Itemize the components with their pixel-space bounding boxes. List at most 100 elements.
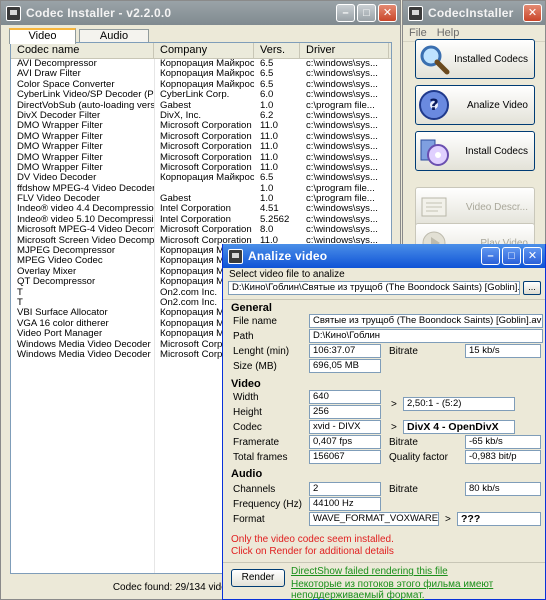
channels-label: Channels [233,484,276,495]
table-row[interactable]: DMO Wrapper Filter Microsoft Corporation 1… [11,132,391,142]
close-button[interactable]: ✕ [523,4,542,22]
column-company[interactable]: Company [154,43,254,58]
table-row[interactable]: DMO Wrapper Filter Microsoft Corporation 1… [11,163,391,173]
table-row[interactable]: AVI Draw Filter Корпорация Майкрос... 6.5 c… [11,69,391,79]
close-button[interactable]: ✕ [523,247,542,265]
close-button[interactable]: ✕ [378,4,397,22]
company-cell: Microsoft Corporation [160,225,252,236]
file-name-label: File name [233,316,277,327]
channels-value: 2 [309,482,381,496]
divider [223,562,545,563]
codec-name-cell: FLV Video Decoder [17,194,100,205]
company-cell: Корпорация Майкрос... [160,173,254,184]
version-cell: 6.2 [260,110,274,121]
table-row[interactable]: DivX Decoder Filter DivX, Inc. 6.2 c:\windo… [11,111,391,121]
main-titlebar[interactable]: Codec Installer - v2.2.0.0 – □ ✕ [1,1,400,25]
analize-video-button[interactable]: ? Analize Video [415,85,535,125]
height-value: 256 [309,405,381,419]
frequency-value: 44100 Hz [309,497,381,511]
quality-factor-value: -0,983 bit/p [465,450,541,464]
version-cell: 11.0 [260,121,278,132]
table-row[interactable]: Color Space Converter Корпорация Майкрос.… [11,80,391,90]
path-value: D:\Кино\Гоблин [309,329,543,343]
installed-codecs-button[interactable]: Installed Codecs [415,39,535,79]
version-cell: 6.0 [260,90,274,101]
column-version[interactable]: Vers. [254,43,300,58]
height-label: Height [233,407,262,418]
divider [223,299,545,300]
dialog-titlebar[interactable]: Analize video – □ ✕ [223,244,545,268]
version-cell: 1.0 [260,183,274,194]
table-row[interactable]: FLV Video Decoder Gabest 1.0 c:\program fil… [11,194,391,204]
frequency-label: Frequency (Hz) [233,499,302,510]
app-icon [228,248,243,264]
company-cell: Microsoft Corporation [160,131,252,142]
table-row[interactable]: DMO Wrapper Filter Microsoft Corporation 1… [11,142,391,152]
driver-cell: c:\program file... [306,183,375,194]
codec-name-cell: T [17,287,23,298]
menu-file[interactable]: File [409,27,427,39]
table-row[interactable]: Indeo® video 5.10 Decompressio... Intel C… [11,215,391,225]
maximize-button[interactable]: □ [357,4,376,22]
install-codecs-button[interactable]: Install Codecs [415,131,535,171]
table-row[interactable]: DMO Wrapper Filter Microsoft Corporation 1… [11,121,391,131]
version-cell: 11.0 [260,142,278,153]
render-button[interactable]: Render [231,569,285,587]
codec-type-tabs: Video Audio [9,28,149,44]
minimize-button[interactable]: – [336,4,355,22]
video-path-field[interactable]: D:\Кино\Гоблин\Святые из трущоб (The Boo… [228,281,520,295]
minimize-button[interactable]: – [481,247,500,265]
codec-name-cell: DMO Wrapper Filter [17,142,103,153]
driver-cell: c:\windows\sys... [306,173,378,184]
codec-name-cell: DV Video Decoder [17,173,97,184]
nav-titlebar[interactable]: CodecInstaller ✕ [403,1,545,25]
company-cell: Microsoft Corporation [160,162,252,173]
column-codec-name[interactable]: Codec name [11,43,154,58]
version-cell: 6.5 [260,173,274,184]
company-cell: Корпорация Майкрос... [160,69,254,80]
menu-help[interactable]: Help [437,27,460,39]
quality-factor-label: Quality factor [389,452,448,463]
codec-name-cell: Color Space Converter [17,79,115,90]
driver-cell: c:\windows\sys... [306,225,378,236]
video-bitrate-value: -65 kb/s [465,435,541,449]
version-cell: 5.2562 [260,214,290,225]
warning-line-1: Only the video codec seem installed. [231,534,394,545]
codec-name-cell: Video Port Manager [17,329,103,340]
general-heading: General [231,302,272,314]
driver-cell: c:\windows\sys... [306,131,378,142]
codec-list-header: Codec name Company Vers. Driver [11,43,391,59]
codec-name-cell: DivX Decoder Filter [17,110,101,121]
tab-video[interactable]: Video [9,28,76,44]
install-codecs-label: Install Codecs [465,145,528,157]
table-row[interactable]: DV Video Decoder Корпорация Майкрос... 6.5… [11,173,391,183]
svg-text:?: ? [429,95,438,114]
table-row[interactable]: ffdshow MPEG-4 Video Decoder 1.0 c:\progra… [11,184,391,194]
maximize-button[interactable]: □ [502,247,521,265]
directshow-fail-link[interactable]: DirectShow failed rendering this file [291,566,448,577]
driver-cell: c:\windows\sys... [306,142,378,153]
version-cell: 11.0 [260,162,278,173]
version-cell: 1.0 [260,194,274,205]
codec-name-cell: T [17,297,23,308]
width-label: Width [233,392,259,403]
version-cell: 1.0 [260,100,274,111]
table-row[interactable]: Indeo® video 4.4 Decompression... Intel C… [11,204,391,214]
column-driver[interactable]: Driver [300,43,389,58]
video-bitrate-label: Bitrate [389,437,418,448]
analize-video-dialog: Analize video – □ ✕ Select video file to… [222,244,546,600]
table-row[interactable]: DirectVobSub (auto-loading version) Gabes… [11,101,391,111]
video-descr-button[interactable]: Video Descr... [415,187,535,227]
codec-name-cell: MPEG Video Codec [17,256,103,267]
codec-name-cell: VBI Surface Allocator [17,308,108,319]
codec-name-cell: AVI Decompressor [17,59,97,69]
table-row[interactable]: DMO Wrapper Filter Microsoft Corporation 1… [11,153,391,163]
table-row[interactable]: Microsoft MPEG-4 Video Decomp... Microsof… [11,225,391,235]
table-row[interactable]: CyberLink Video/SP Decoder (PDV... CyberL… [11,90,391,100]
codec-name-value: DivX 4 - OpenDivX [403,420,515,434]
driver-cell: c:\windows\sys... [306,204,378,215]
browse-button[interactable]: ... [523,281,541,295]
table-row[interactable]: AVI Decompressor Корпорация Майкрос... 6.5… [11,59,391,69]
format-value: WAVE_FORMAT_VOXWARE_RT2 [309,512,439,526]
unsupported-format-link[interactable]: Некоторые из потоков этого фильма имеют … [291,579,543,600]
